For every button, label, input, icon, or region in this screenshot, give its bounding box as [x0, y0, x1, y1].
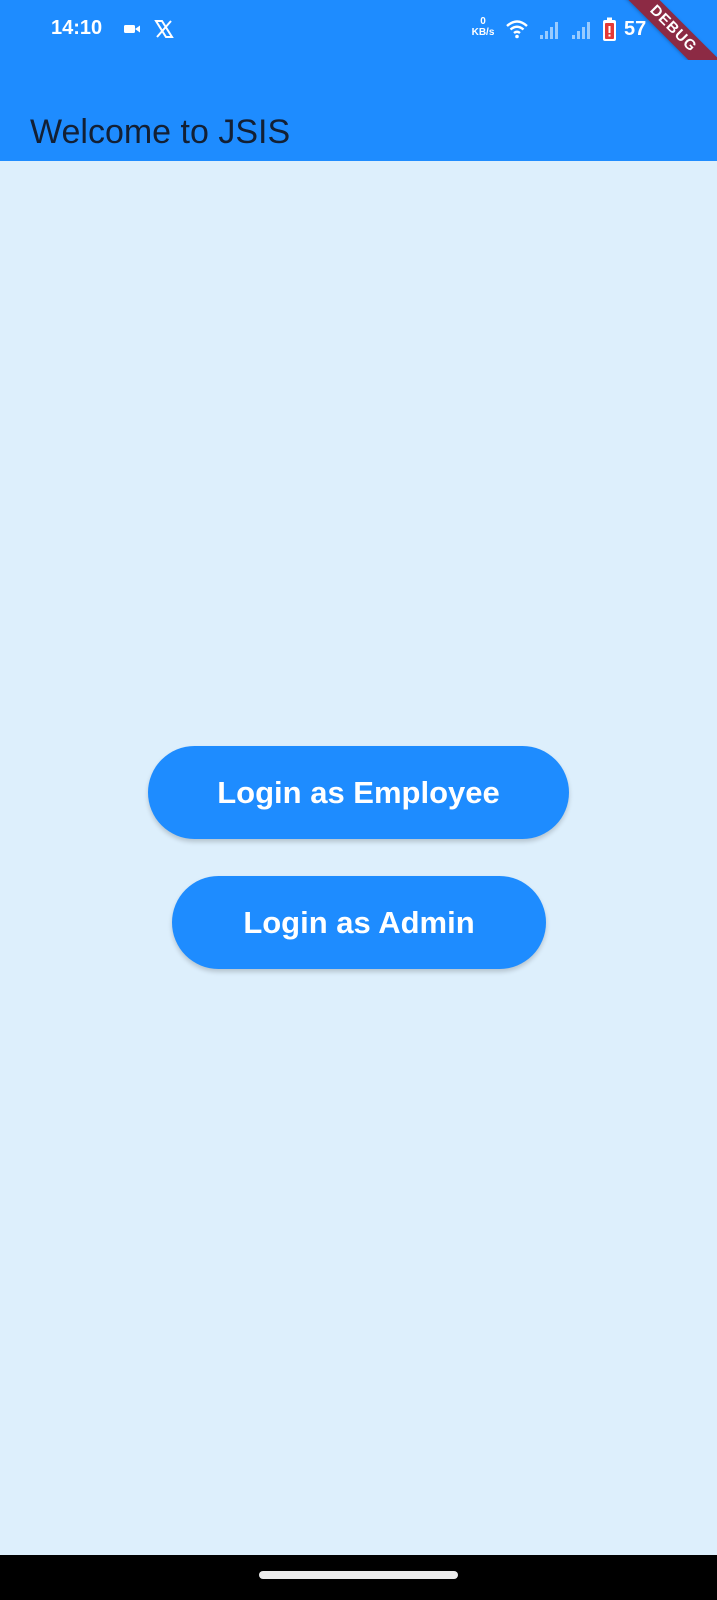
signal-icon	[540, 22, 558, 39]
network-speed-value: 0	[480, 16, 486, 27]
login-employee-button[interactable]: Login as Employee	[148, 746, 569, 839]
page-title: Welcome to JSIS	[30, 112, 291, 151]
system-navigation-bar	[0, 1555, 717, 1600]
battery-level: 57	[624, 18, 647, 40]
status-bar: 14:10 0 KB/s 57 DEBUG	[0, 0, 717, 94]
app-bar: Welcome to JSIS	[0, 60, 717, 161]
video-camera-icon	[124, 25, 140, 33]
home-indicator[interactable]	[259, 1571, 458, 1579]
battery-icon	[603, 17, 616, 41]
status-time: 14:10	[51, 17, 103, 39]
network-speed: 0 KB/s	[466, 16, 500, 38]
signal-icon	[572, 22, 590, 39]
login-admin-button[interactable]: Login as Admin	[172, 876, 546, 969]
network-speed-unit: KB/s	[471, 27, 495, 38]
x-logo-icon	[154, 20, 174, 38]
wifi-icon	[506, 20, 528, 39]
